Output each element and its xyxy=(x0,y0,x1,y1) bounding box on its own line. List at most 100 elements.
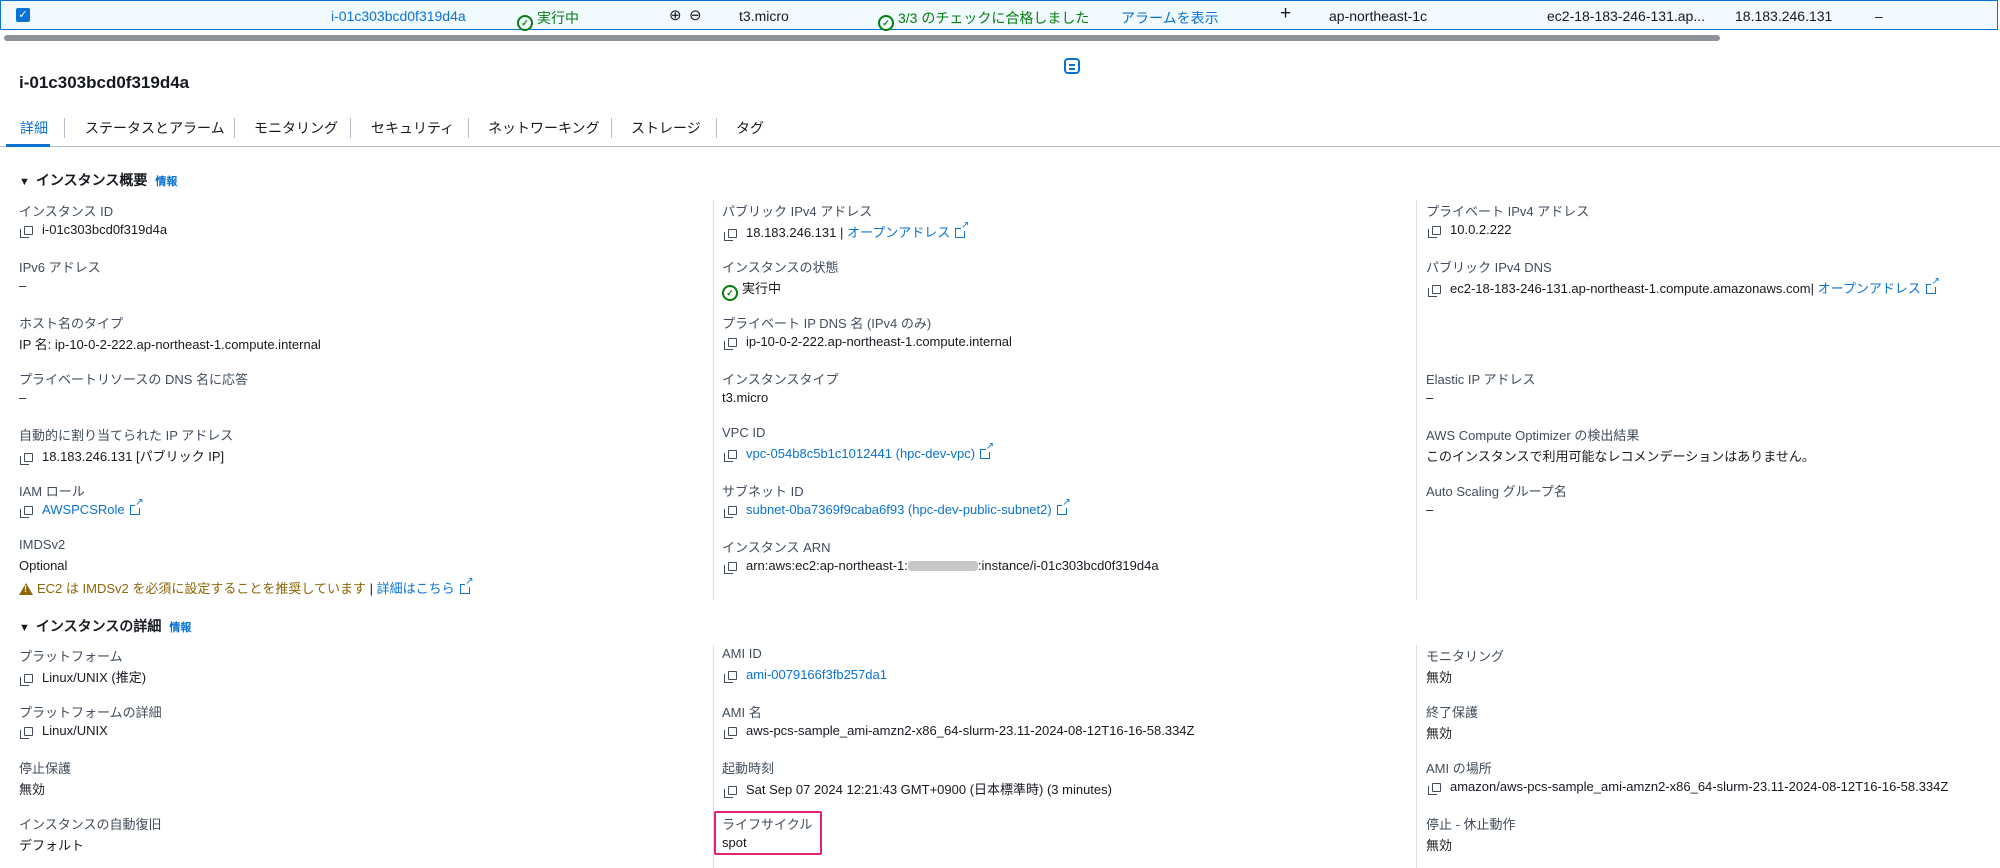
external-link-icon[interactable] xyxy=(955,221,970,238)
tab-tags[interactable]: タグ xyxy=(736,118,764,138)
warning-icon xyxy=(19,583,33,595)
launch-time-text: Sat Sep 07 2024 12:21:43 GMT+0900 (日本標準時… xyxy=(746,782,1112,797)
row-elastic-ip: – xyxy=(1875,8,1883,24)
imdsv2-value: Optional xyxy=(19,558,68,573)
private-ip-dns-text: ip-10-0-2-222.ap-northeast-1.compute.int… xyxy=(746,334,1012,349)
zoom-in-icon[interactable]: ⊕ xyxy=(669,6,682,24)
copy-icon[interactable] xyxy=(1428,285,1441,297)
copy-icon[interactable] xyxy=(724,727,737,739)
row-state-text: 実行中 xyxy=(537,10,579,26)
instance-arn-label: インスタンス ARN xyxy=(722,540,831,555)
tab-divider xyxy=(716,118,717,138)
hostname-type-value: IP 名: ip-10-0-2-222.ap-northeast-1.compu… xyxy=(19,337,321,352)
vpc-id-label: VPC ID xyxy=(722,425,766,440)
scrollbar-thumb[interactable] xyxy=(4,35,1720,41)
details-section-header[interactable]: ▼ インスタンスの詳細 情報 xyxy=(19,616,191,636)
instance-table-row[interactable]: ✓ i-01c303bcd0f319d4a ✓ 実行中 ⊕ ⊖ t3.micro … xyxy=(0,0,1998,31)
copy-icon[interactable] xyxy=(724,229,737,241)
stop-protection-value: 無効 xyxy=(19,782,46,797)
collapse-triangle-icon[interactable]: ▼ xyxy=(19,176,30,188)
tab-status-alarms[interactable]: ステータスとアラーム xyxy=(85,118,225,138)
summary-info-link[interactable]: 情報 xyxy=(155,176,177,188)
copy-icon[interactable] xyxy=(20,674,33,686)
external-link-icon[interactable] xyxy=(1925,277,1940,294)
private-ip-dns-label: プライベート IP DNS 名 (IPv4 のみ) xyxy=(722,316,932,331)
private-ipv4-value: 10.0.2.222 xyxy=(1428,222,1511,238)
copy-icon[interactable] xyxy=(20,226,33,238)
copy-icon[interactable] xyxy=(20,453,33,465)
check-circle-icon: ✓ xyxy=(878,15,894,31)
summary-section-header[interactable]: ▼ インスタンス概要 情報 xyxy=(19,170,177,190)
instance-type-label: インスタンスタイプ xyxy=(722,372,839,387)
ami-name-text: aws-pcs-sample_ami-amzn2-x86_64-slurm-23… xyxy=(746,723,1195,738)
column-divider xyxy=(713,200,714,600)
copy-icon[interactable] xyxy=(20,506,33,518)
row-status-check-text: 3/3 のチェックに合格しました xyxy=(898,10,1090,26)
zoom-out-icon[interactable]: ⊖ xyxy=(689,6,702,24)
vpc-id-link[interactable]: vpc-054b8c5b1c1012441 (hpc-dev-vpc) xyxy=(746,446,975,461)
instance-arn-value: arn:aws:ec2:ap-northeast-1::instance/i-0… xyxy=(724,558,1159,574)
stop-hibernate-label: 停止 - 休止動作 xyxy=(1426,817,1516,832)
details-info-link[interactable]: 情報 xyxy=(169,622,191,634)
copy-icon[interactable] xyxy=(724,450,737,462)
row-instance-id-link[interactable]: i-01c303bcd0f319d4a xyxy=(331,8,466,24)
row-public-dns: ec2-18-183-246-131.ap... xyxy=(1547,8,1705,24)
public-dns-value: ec2-18-183-246-131.ap-northeast-1.comput… xyxy=(1428,277,1940,297)
row-state: ✓ 実行中 xyxy=(517,8,579,31)
copy-icon[interactable] xyxy=(1428,226,1441,238)
row-status-check[interactable]: ✓ 3/3 のチェックに合格しました xyxy=(878,8,1089,31)
imdsv2-label: IMDSv2 xyxy=(19,537,66,552)
horizontal-scrollbar[interactable] xyxy=(0,33,2000,43)
instance-type-value: t3.micro xyxy=(722,390,769,405)
external-link-icon[interactable] xyxy=(980,442,995,459)
instance-state-value: ✓ 実行中 xyxy=(722,278,781,301)
instance-id-text: i-01c303bcd0f319d4a xyxy=(42,222,168,237)
view-alarms-link[interactable]: アラームを表示 xyxy=(1121,8,1219,28)
panel-resize-handle-icon[interactable] xyxy=(1064,58,1080,74)
iam-role-link[interactable]: AWSPCSRole xyxy=(42,502,125,517)
ami-name-label: AMI 名 xyxy=(722,705,762,720)
instance-state-label: インスタンスの状態 xyxy=(722,260,839,275)
auto-ip-value: 18.183.246.131 [パブリック IP] xyxy=(20,446,225,465)
elastic-ip-value: – xyxy=(1426,390,1434,405)
row-checkbox[interactable]: ✓ xyxy=(16,8,30,22)
summary-heading: インスタンス概要 xyxy=(35,172,148,188)
external-link-icon[interactable] xyxy=(1056,498,1071,515)
copy-icon[interactable] xyxy=(1428,783,1441,795)
private-dns-answer-label: プライベートリソースの DNS 名に応答 xyxy=(19,372,249,387)
open-address-link[interactable]: オープンアドレス xyxy=(1818,281,1921,296)
row-public-ip: 18.183.246.131 xyxy=(1735,8,1833,24)
copy-icon[interactable] xyxy=(20,727,33,739)
tab-divider xyxy=(468,118,469,138)
collapse-triangle-icon[interactable]: ▼ xyxy=(19,622,30,634)
open-address-link[interactable]: オープンアドレス xyxy=(847,225,950,240)
instance-id-label: インスタンス ID xyxy=(19,204,114,219)
column-divider xyxy=(1416,200,1417,600)
copy-icon[interactable] xyxy=(724,338,737,350)
external-link-icon[interactable] xyxy=(129,498,144,515)
ami-id-link[interactable]: ami-0079166f3fb257da1 xyxy=(746,667,887,682)
tab-networking[interactable]: ネットワーキング xyxy=(488,118,600,138)
ipv6-value: – xyxy=(19,278,27,293)
copy-icon[interactable] xyxy=(724,671,737,683)
tab-details[interactable]: 詳細 xyxy=(20,118,48,138)
imdsv2-warning: EC2 は IMDSv2 を必須に設定することを推奨しています | 詳細はこちら xyxy=(19,577,474,597)
tab-monitoring[interactable]: モニタリング xyxy=(254,118,338,138)
ami-id-value: ami-0079166f3fb257da1 xyxy=(724,667,887,683)
external-link-icon[interactable] xyxy=(459,577,474,594)
subnet-id-link[interactable]: subnet-0ba7369f9caba6f93 (hpc-dev-public… xyxy=(746,502,1052,517)
tab-storage[interactable]: ストレージ xyxy=(631,118,701,138)
learn-more-link[interactable]: 詳細はこちら xyxy=(377,581,455,596)
tab-security[interactable]: セキュリティ xyxy=(371,118,454,138)
platform-value: Linux/UNIX (推定) xyxy=(20,667,146,686)
subnet-id-value: subnet-0ba7369f9caba6f93 (hpc-dev-public… xyxy=(724,498,1071,518)
copy-icon[interactable] xyxy=(724,562,737,574)
vpc-id-value: vpc-054b8c5b1c1012441 (hpc-dev-vpc) xyxy=(724,442,995,462)
copy-icon[interactable] xyxy=(724,506,737,518)
iam-role-value: AWSPCSRole xyxy=(20,498,144,518)
copy-icon[interactable] xyxy=(724,786,737,798)
auto-ip-text: 18.183.246.131 [パブリック IP] xyxy=(42,449,225,464)
imdsv2-warning-text: EC2 は IMDSv2 を必須に設定することを推奨しています xyxy=(37,581,366,596)
column-divider xyxy=(1416,645,1417,868)
add-alarm-icon[interactable]: + xyxy=(1280,3,1291,25)
